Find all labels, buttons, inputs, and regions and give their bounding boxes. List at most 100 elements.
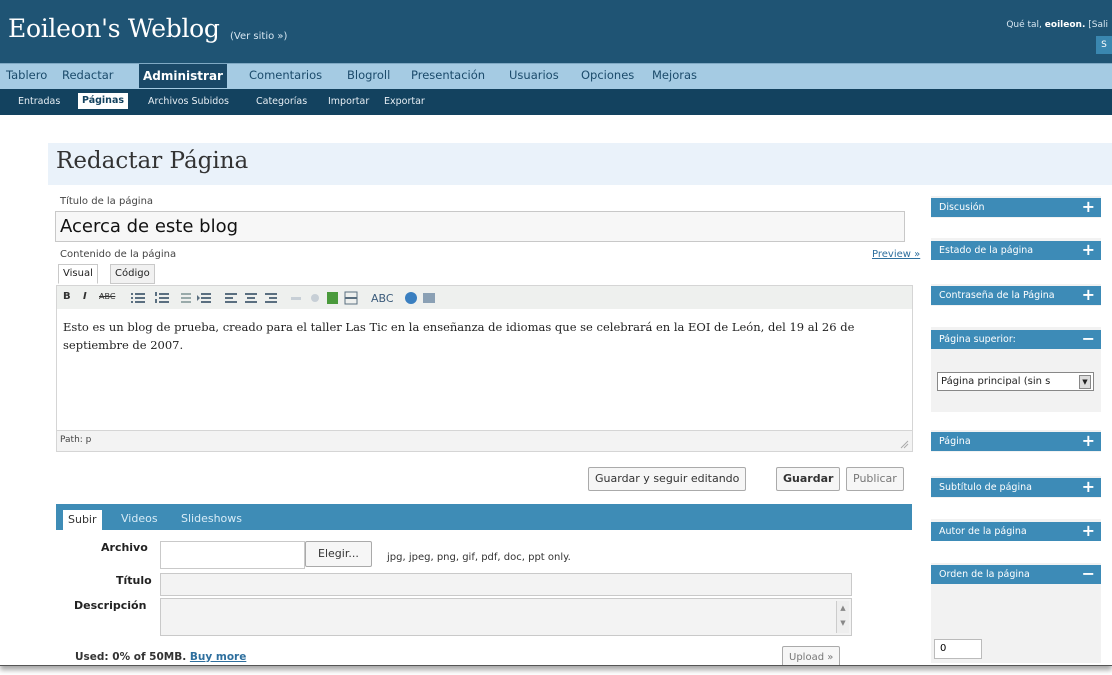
storage-used: Used: 0% of 50MB. Buy more [75,651,246,663]
parent-page-select[interactable]: Página principal (sin s ▼ [937,372,1094,391]
submenu-paginas[interactable]: Páginas [78,93,129,109]
username: eoileon. [1044,20,1086,30]
tab-subir[interactable]: Subir [63,510,102,530]
box-label: Estado de la página [939,245,1034,256]
sidebar-box-contrasena[interactable]: Contraseña de la Página + [931,285,1101,305]
box-label: Página superior: [939,334,1016,345]
preview-link[interactable]: Preview » [872,249,920,260]
expand-icon[interactable]: + [1082,240,1095,259]
tab-videos[interactable]: Videos [121,512,158,525]
sidebar-box-pagina-superior[interactable]: Página superior: − [931,329,1101,349]
upload-title-input[interactable] [160,573,852,596]
toolbar-icons: ABC [131,291,435,305]
description-textarea[interactable]: ▲ ▼ [160,598,852,636]
resize-handle-icon[interactable] [899,439,909,449]
file-label: Archivo [101,541,148,554]
sidebar-box-pagina[interactable]: Página + [931,431,1101,451]
header-corner-button[interactable]: S [1096,36,1112,54]
tab-slideshows[interactable]: Slideshows [181,512,242,525]
bullet-list-icon [131,293,145,303]
upload-title-label: Título [116,574,152,587]
publish-button[interactable]: Publicar [846,467,904,491]
outdent-icon [181,293,191,303]
content-text: Esto es un blog de prueba, creado para e… [63,320,855,352]
parent-page-selected: Página principal (sin s [941,376,1051,387]
svg-text:ABC: ABC [371,292,394,305]
expand-icon[interactable]: + [1082,521,1095,540]
menu-blogroll[interactable]: Blogroll [347,68,390,82]
collapse-icon[interactable]: − [1082,329,1095,348]
file-input[interactable] [160,541,305,569]
collapse-icon[interactable]: − [1082,564,1095,583]
save-continue-button[interactable]: Guardar y seguir editando [588,467,747,491]
page-title-input[interactable]: Acerca de este blog [55,211,905,242]
submenu-archivos-subidos[interactable]: Archivos Subidos [148,96,229,107]
bold-button[interactable]: B [63,291,71,302]
tab-visual[interactable]: Visual [58,264,98,284]
upload-button[interactable]: Upload » [782,646,841,665]
strikethrough-button[interactable]: ABC [99,292,115,301]
menu-tablero[interactable]: Tablero [6,68,47,82]
expand-icon[interactable]: + [1082,285,1095,304]
used-text: Used: 0% of 50MB. [75,651,187,663]
menu-presentacion[interactable]: Presentación [411,68,485,82]
admin-header: Eoileon's Weblog (Ver sitio ») Qué tal, … [0,0,1112,63]
save-button[interactable]: Guardar [776,467,841,491]
menu-usuarios[interactable]: Usuarios [509,68,559,82]
box-label: Discusión [939,202,985,213]
box-label: Subtítulo de página [939,482,1032,493]
buy-more-link[interactable]: Buy more [190,651,246,663]
image-icon [327,292,338,304]
box-label: Autor de la página [939,526,1027,537]
site-title: Eoileon's Weblog [8,14,220,43]
menu-redactar[interactable]: Redactar [62,68,114,82]
menu-administrar[interactable]: Administrar [139,64,227,88]
menu-opciones[interactable]: Opciones [581,68,634,82]
expand-icon[interactable]: + [1082,477,1095,496]
sidebar-box-discusion[interactable]: Discusión + [931,197,1101,217]
title-label: Título de la página [60,196,154,207]
indent-icon [197,293,211,303]
page-title-value: Acerca de este blog [60,216,239,237]
content-label: Contenido de la página [60,249,177,260]
numbered-list-icon [155,292,169,303]
user-greeting: Qué tal, eoileon. [Sali [1006,20,1108,30]
submenu-categorias[interactable]: Categorías [256,96,307,107]
page-title: Redactar Página [56,148,249,174]
italic-button[interactable]: I [83,291,87,302]
view-site-link[interactable]: (Ver sitio ») [230,31,287,42]
sidebar-box-estado[interactable]: Estado de la página + [931,240,1101,260]
box-label: Página [939,436,971,447]
help-icon [405,292,417,304]
page-order-input[interactable]: 0 [934,639,982,659]
expand-icon[interactable]: + [1082,431,1095,450]
submenu-importar[interactable]: Importar [328,96,369,107]
description-label: Descripción [74,599,147,612]
uploader-tabs-bar: Subir Videos Slideshows [56,504,912,530]
submenu-entradas[interactable]: Entradas [18,96,60,107]
logout-link[interactable]: [Sali [1088,20,1108,30]
menu-comentarios[interactable]: Comentarios [249,68,322,82]
unlink-icon [311,294,319,302]
submenu-exportar[interactable]: Exportar [384,96,425,107]
sidebar-box-orden[interactable]: Orden de la página − [931,564,1101,584]
sub-menu: Entradas Páginas Archivos Subidos Catego… [0,89,1112,115]
greeting-prefix: Qué tal, [1006,20,1042,30]
tab-codigo[interactable]: Código [110,264,155,284]
more-icon [344,291,358,305]
box-label: Orden de la página [939,569,1030,580]
content-editor[interactable]: Esto es un blog de prueba, creado para e… [56,309,913,431]
menu-mejoras[interactable]: Mejoras [652,68,697,82]
choose-file-button[interactable]: Elegir... [305,541,372,567]
spellcheck-icon: ABC [371,292,394,305]
editor-path-bar: Path: p [56,430,913,452]
description-scrollbar[interactable]: ▲ ▼ [836,601,849,633]
allowed-types-note: jpg, jpeg, png, gif, pdf, doc, ppt only. [387,552,571,563]
link-icon [291,297,301,300]
sidebar-box-subtitulo[interactable]: Subtítulo de página + [931,477,1101,497]
sidebar-box-autor[interactable]: Autor de la página + [931,521,1101,541]
advanced-toolbar-icon [423,293,435,303]
align-center-icon [245,293,257,303]
page-title-bar: Redactar Página [48,143,1112,185]
expand-icon[interactable]: + [1082,197,1095,216]
